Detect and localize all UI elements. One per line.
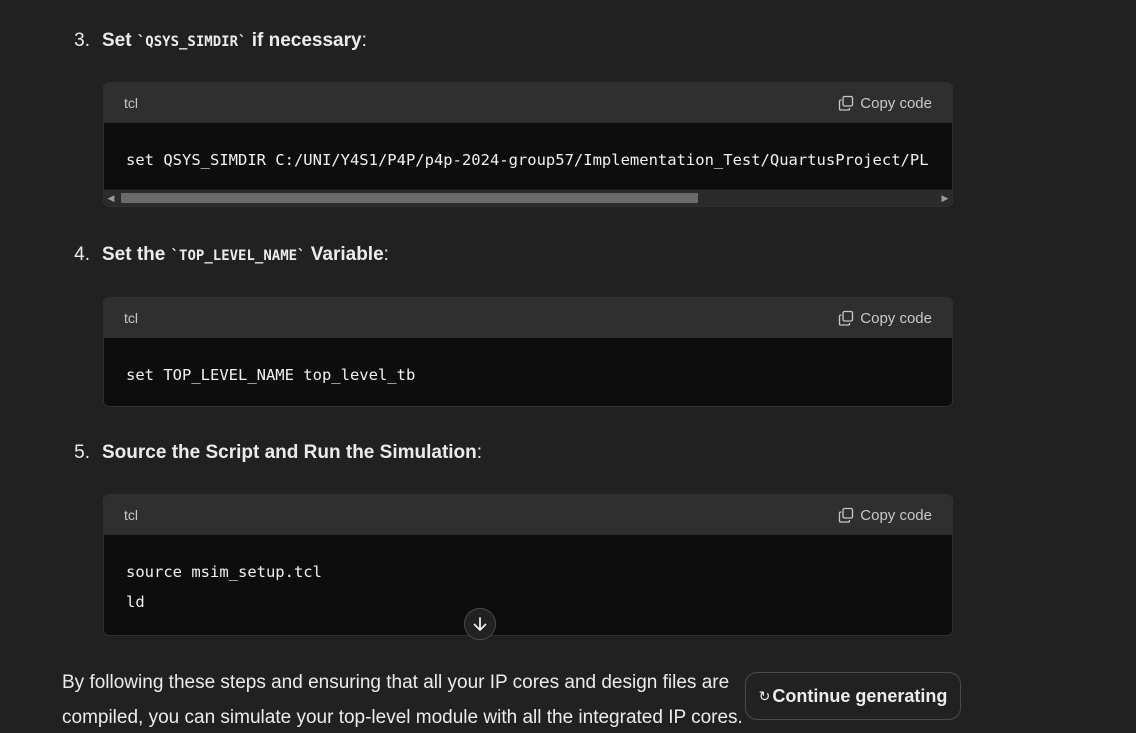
code-block-top-level-name: tcl Copy code set TOP_LEVEL_NAME top_lev… <box>103 297 953 407</box>
code-language: tcl <box>124 95 138 111</box>
continue-generating-label: Continue generating <box>772 685 948 706</box>
copy-code-button[interactable]: Copy code <box>838 310 932 327</box>
copy-icon <box>839 310 854 326</box>
code-block-header: tcl Copy code <box>104 495 952 535</box>
step-colon: : <box>383 244 389 265</box>
step-title: Source the Script and Run the Simulation <box>102 442 477 463</box>
inline-code: `TOP_LEVEL_NAME` <box>170 248 306 264</box>
step-5-heading: 5. Source the Script and Run the Simulat… <box>62 442 482 464</box>
step-title-rest: if necessary <box>246 30 362 51</box>
step-title-rest: Variable <box>305 244 384 265</box>
step-4-heading: 4. Set the `TOP_LEVEL_NAME` Variable: <box>62 244 389 266</box>
chat-response: 3. Set `QSYS_SIMDIR` if necessary: tcl C… <box>0 0 1136 733</box>
code-block-header: tcl Copy code <box>104 298 952 338</box>
step-number: 5. <box>74 442 90 463</box>
scroll-right-icon[interactable]: ▶ <box>938 190 952 206</box>
code-content: set TOP_LEVEL_NAME top_level_tb <box>126 366 416 384</box>
code-language: tcl <box>124 310 138 326</box>
copy-code-button[interactable]: Copy code <box>838 95 932 112</box>
copy-icon <box>839 95 854 111</box>
scroll-to-bottom-button[interactable] <box>464 608 496 640</box>
copy-code-label: Copy code <box>860 309 932 327</box>
copy-code-button[interactable]: Copy code <box>838 507 932 524</box>
copy-code-label: Copy code <box>860 506 932 524</box>
summary-paragraph: By following these steps and ensuring th… <box>62 672 743 728</box>
step-colon: : <box>361 30 367 51</box>
scrollbar-thumb[interactable] <box>121 193 698 203</box>
arrow-down-icon <box>473 617 487 631</box>
code-block-qsys-simdir: tcl Copy code set QSYS_SIMDIR C:/UNI/Y4S… <box>103 82 953 207</box>
refresh-icon: ↻ <box>758 687 771 704</box>
code-content: set QSYS_SIMDIR C:/UNI/Y4S1/P4P/p4p-2024… <box>126 151 929 169</box>
step-3-heading: 3. Set `QSYS_SIMDIR` if necessary: <box>62 30 367 52</box>
copy-code-label: Copy code <box>860 94 932 112</box>
inline-code: `QSYS_SIMDIR` <box>136 34 247 50</box>
scroll-left-icon[interactable]: ◀ <box>104 190 118 206</box>
step-colon: : <box>476 442 483 463</box>
code-content: source msim_setup.tcl ld <box>126 563 322 611</box>
step-number: 3. <box>74 30 90 51</box>
code-block-source-script: tcl Copy code source msim_setup.tcl ld <box>103 494 953 636</box>
continue-generating-button[interactable]: ↻ Continue generating <box>745 672 961 720</box>
code-language: tcl <box>124 507 138 523</box>
horizontal-scrollbar[interactable]: ◀ ▶ <box>104 189 952 206</box>
step-title: Set the <box>102 244 171 265</box>
copy-icon <box>839 507 854 523</box>
step-number: 4. <box>74 244 90 265</box>
step-title: Set <box>102 30 137 51</box>
code-block-header: tcl Copy code <box>104 83 952 123</box>
